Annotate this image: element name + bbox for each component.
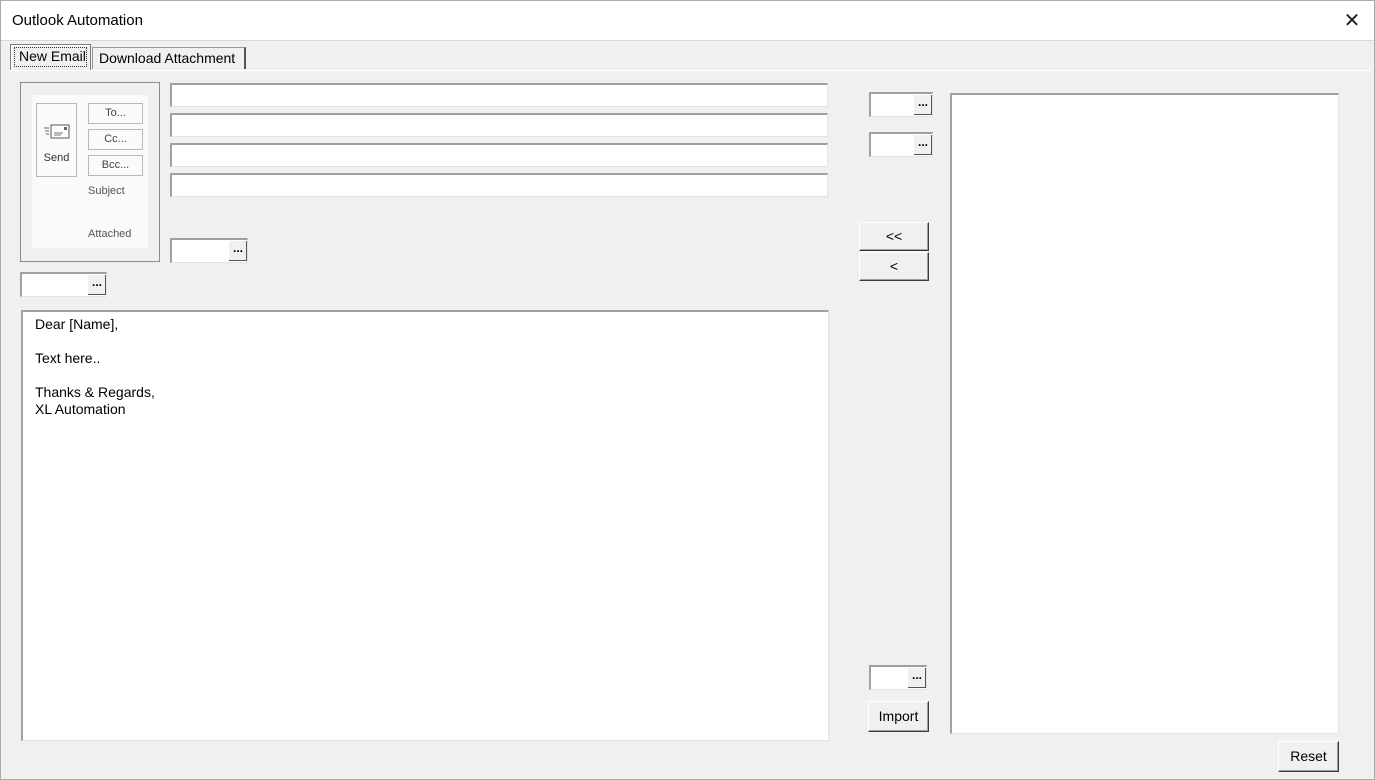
- import-button[interactable]: Import: [868, 701, 929, 732]
- title-bar: Outlook Automation ✕: [1, 1, 1374, 41]
- tab-divider: [9, 70, 1371, 71]
- list-picker-top[interactable]: ...: [869, 92, 933, 117]
- window-title: Outlook Automation: [12, 12, 143, 29]
- move-all-button[interactable]: <<: [859, 222, 929, 251]
- import-picker[interactable]: ...: [869, 665, 927, 690]
- send-button[interactable]: Send: [36, 103, 77, 177]
- email-header-image: Send To... Cc... Bcc... Subject Attached: [20, 82, 160, 262]
- tab-label: Download Attachment: [99, 50, 236, 66]
- subject-label: Subject: [88, 185, 125, 197]
- attached-label: Attached: [88, 228, 132, 240]
- close-icon[interactable]: ✕: [1340, 8, 1364, 32]
- reset-button[interactable]: Reset: [1278, 741, 1339, 772]
- list-picker-second[interactable]: ...: [869, 132, 933, 157]
- cc-button[interactable]: Cc...: [88, 129, 143, 150]
- bcc-field[interactable]: [170, 143, 828, 167]
- browse-button[interactable]: ...: [913, 134, 932, 155]
- move-one-button[interactable]: <: [859, 252, 929, 281]
- send-label: Send: [43, 152, 70, 164]
- subject-field[interactable]: [170, 173, 828, 197]
- tab-new-email[interactable]: New Email: [10, 44, 91, 71]
- browse-button[interactable]: ...: [87, 274, 106, 295]
- to-field[interactable]: [170, 83, 828, 107]
- recipient-listbox[interactable]: [950, 93, 1339, 734]
- to-button[interactable]: To...: [88, 103, 143, 124]
- envelope-send-icon: [44, 124, 70, 139]
- tab-label: New Email: [19, 48, 86, 64]
- browse-button[interactable]: ...: [907, 667, 926, 688]
- email-header-panel: Send To... Cc... Bcc... Subject Attached: [32, 95, 148, 248]
- attachment-picker[interactable]: ...: [170, 238, 248, 263]
- body-picker[interactable]: ...: [20, 272, 107, 297]
- tab-download-attachment[interactable]: Download Attachment: [92, 47, 246, 69]
- cc-field[interactable]: [170, 113, 828, 137]
- browse-button[interactable]: ...: [913, 94, 932, 115]
- email-body-textbox[interactable]: Dear [Name], Text here.. Thanks & Regard…: [21, 310, 829, 741]
- browse-button[interactable]: ...: [228, 240, 247, 261]
- bcc-button[interactable]: Bcc...: [88, 155, 143, 176]
- outlook-automation-dialog: Outlook Automation ✕ New Email Download …: [0, 0, 1375, 780]
